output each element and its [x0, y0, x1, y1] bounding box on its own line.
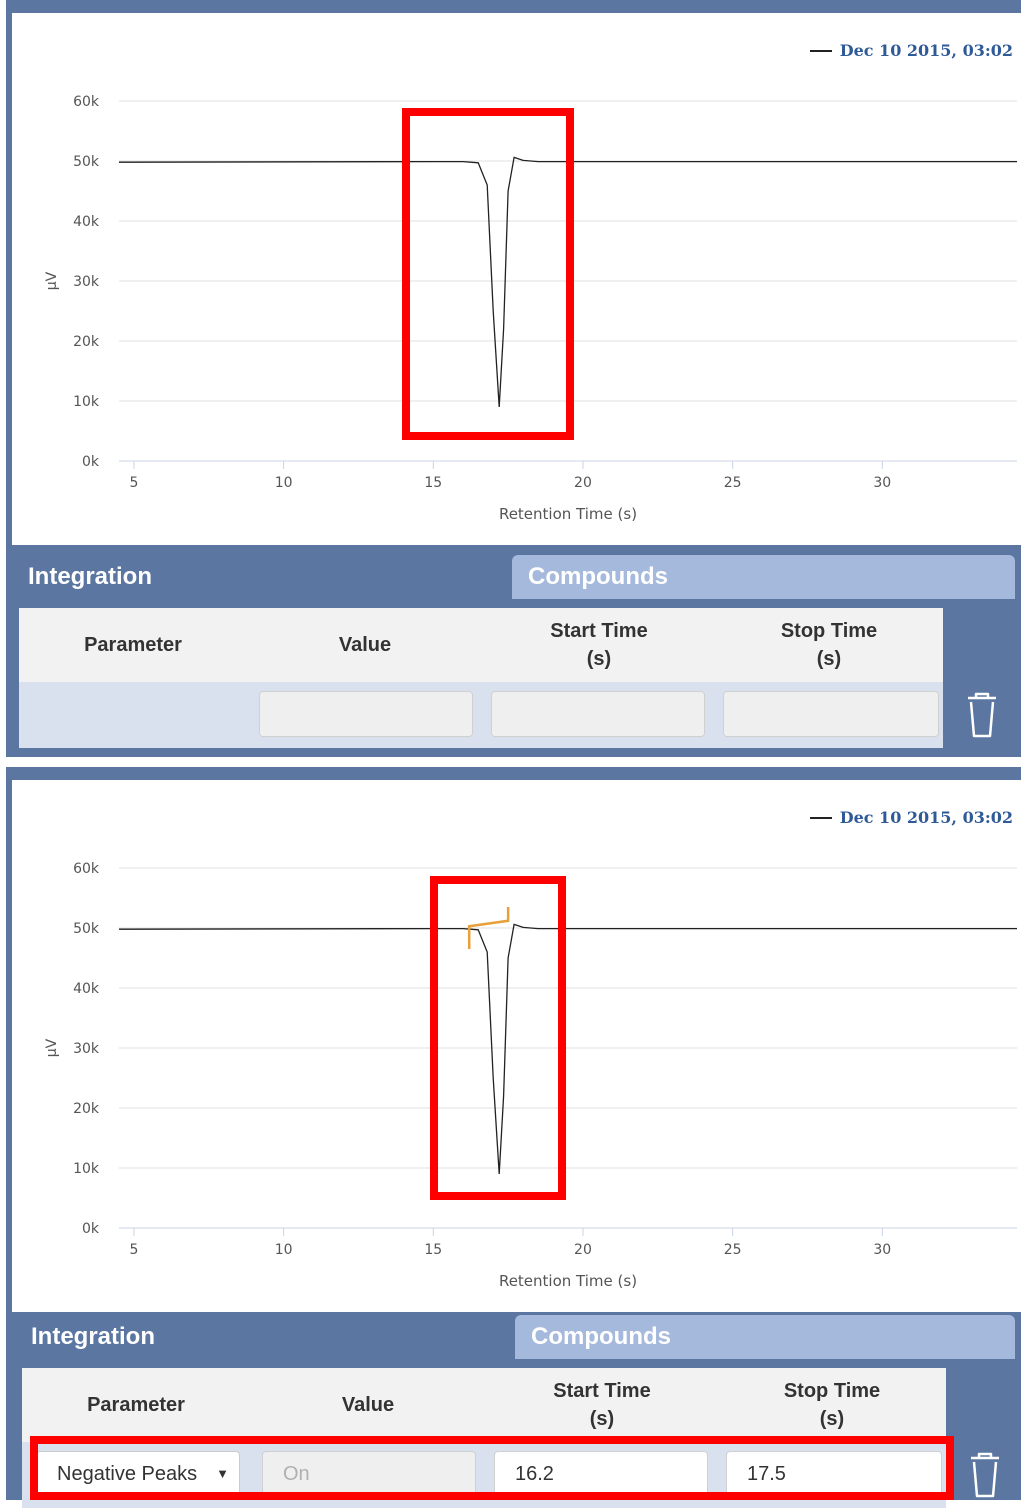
- header-parameter: Parameter: [84, 634, 182, 656]
- table-header: Parameter Value Start Time (s) Stop Time…: [22, 1368, 946, 1442]
- chart-area-top: 60k 50k 40k 30k 20k 10k 0k 5 10 15 20 25 30 Retention…: [12, 13, 1021, 545]
- y-tick-label: 0k: [82, 1221, 100, 1237]
- y-tick-label: 40k: [73, 214, 100, 230]
- header-parameter: Parameter: [87, 1394, 185, 1416]
- tab-integration[interactable]: Integration: [12, 555, 506, 599]
- header-value: Value: [338, 634, 392, 656]
- y-tick-label: 60k: [73, 94, 100, 110]
- chromatogram-chart-bottom: 60k 50k 40k 30k 20k 10k 0k 5 10 15 20 25 30 Retention…: [44, 861, 1017, 1290]
- stop-time-field[interactable]: 17.5: [726, 1451, 942, 1497]
- tab-compounds[interactable]: Compounds: [515, 1315, 1015, 1359]
- chart-legend[interactable]: Dec 10 2015, 03:02: [809, 808, 1013, 827]
- tab-bar-bottom: Integration Compounds: [12, 1307, 1015, 1359]
- x-tick-label: 25: [724, 1242, 742, 1258]
- tab-integration[interactable]: Integration: [15, 1315, 509, 1359]
- legend-line-icon: [809, 816, 832, 819]
- legend-label: Dec 10 2015, 03:02: [839, 808, 1013, 827]
- table-header: Parameter Value Start Time (s) Stop Time…: [19, 608, 943, 682]
- y-tick-label: 20k: [73, 1101, 100, 1117]
- x-axis-label: Retention Time (s): [499, 505, 637, 523]
- series-line: [118, 923, 1017, 1175]
- x-tick-label: 15: [424, 475, 442, 491]
- x-tick-label: 20: [574, 1242, 592, 1258]
- y-tick-label: 10k: [73, 1161, 100, 1177]
- y-tick-label: 0k: [82, 454, 100, 470]
- y-tick-label: 60k: [73, 861, 100, 877]
- value-field: On: [262, 1451, 476, 1497]
- header-stop-time: Stop Time (s): [783, 1380, 881, 1430]
- series-line: [118, 156, 1017, 408]
- parameter-select[interactable]: Negative Peaks ▼: [36, 1451, 240, 1497]
- x-tick-label: 15: [424, 1242, 442, 1258]
- chart-area-bottom: 60k 50k 40k 30k 20k 10k 0k 5 10 15 20 25 30 Retention…: [12, 780, 1021, 1312]
- legend-label: Dec 10 2015, 03:02: [839, 41, 1013, 60]
- trash-icon[interactable]: [962, 690, 1002, 740]
- x-tick-label: 5: [130, 1242, 139, 1258]
- tab-bar-top: Integration Compounds: [12, 547, 1015, 599]
- y-tick-label: 50k: [73, 154, 100, 170]
- y-tick-label: 10k: [73, 394, 100, 410]
- start-time-field[interactable]: 16.2: [494, 1451, 708, 1497]
- x-tick-label: 30: [873, 1242, 891, 1258]
- x-tick-label: 30: [873, 475, 891, 491]
- y-tick-label: 30k: [73, 1041, 100, 1057]
- tab-compounds[interactable]: Compounds: [512, 555, 1015, 599]
- caret-down-icon: ▼: [216, 1466, 229, 1481]
- header-stop-time: Stop Time (s): [780, 620, 878, 670]
- table-row: [19, 682, 943, 748]
- y-tick-label: 20k: [73, 334, 100, 350]
- y-tick-label: 50k: [73, 921, 100, 937]
- chart-legend[interactable]: Dec 10 2015, 03:02: [809, 41, 1013, 60]
- stop-time-field[interactable]: [723, 691, 939, 737]
- x-tick-label: 20: [574, 475, 592, 491]
- x-axis-label: Retention Time (s): [499, 1272, 637, 1290]
- y-axis-label: µV: [44, 271, 60, 290]
- y-tick-label: 30k: [73, 274, 100, 290]
- chromatogram-chart-top: 60k 50k 40k 30k 20k 10k 0k 5 10 15 20 25 30 Retention…: [44, 94, 1017, 523]
- value-field[interactable]: [259, 691, 473, 737]
- y-tick-label: 40k: [73, 981, 100, 997]
- integration-table-bottom: Parameter Value Start Time (s) Stop Time…: [22, 1368, 946, 1508]
- header-start-time: Start Time (s): [553, 1380, 651, 1430]
- x-tick-label: 25: [724, 475, 742, 491]
- x-tick-label: 5: [130, 475, 139, 491]
- legend-line-icon: [809, 49, 832, 52]
- trash-icon[interactable]: [965, 1450, 1005, 1500]
- x-tick-label: 10: [275, 475, 293, 491]
- table-row: Negative Peaks ▼ On 16.2 17.5: [22, 1442, 946, 1508]
- start-time-field[interactable]: [491, 691, 705, 737]
- header-start-time: Start Time (s): [550, 620, 648, 670]
- y-axis-label: µV: [44, 1038, 60, 1057]
- x-tick-label: 10: [275, 1242, 293, 1258]
- parameter-select-value: Negative Peaks: [57, 1463, 198, 1485]
- integration-table-top: Parameter Value Start Time (s) Stop Time…: [19, 608, 943, 748]
- header-value: Value: [341, 1394, 395, 1416]
